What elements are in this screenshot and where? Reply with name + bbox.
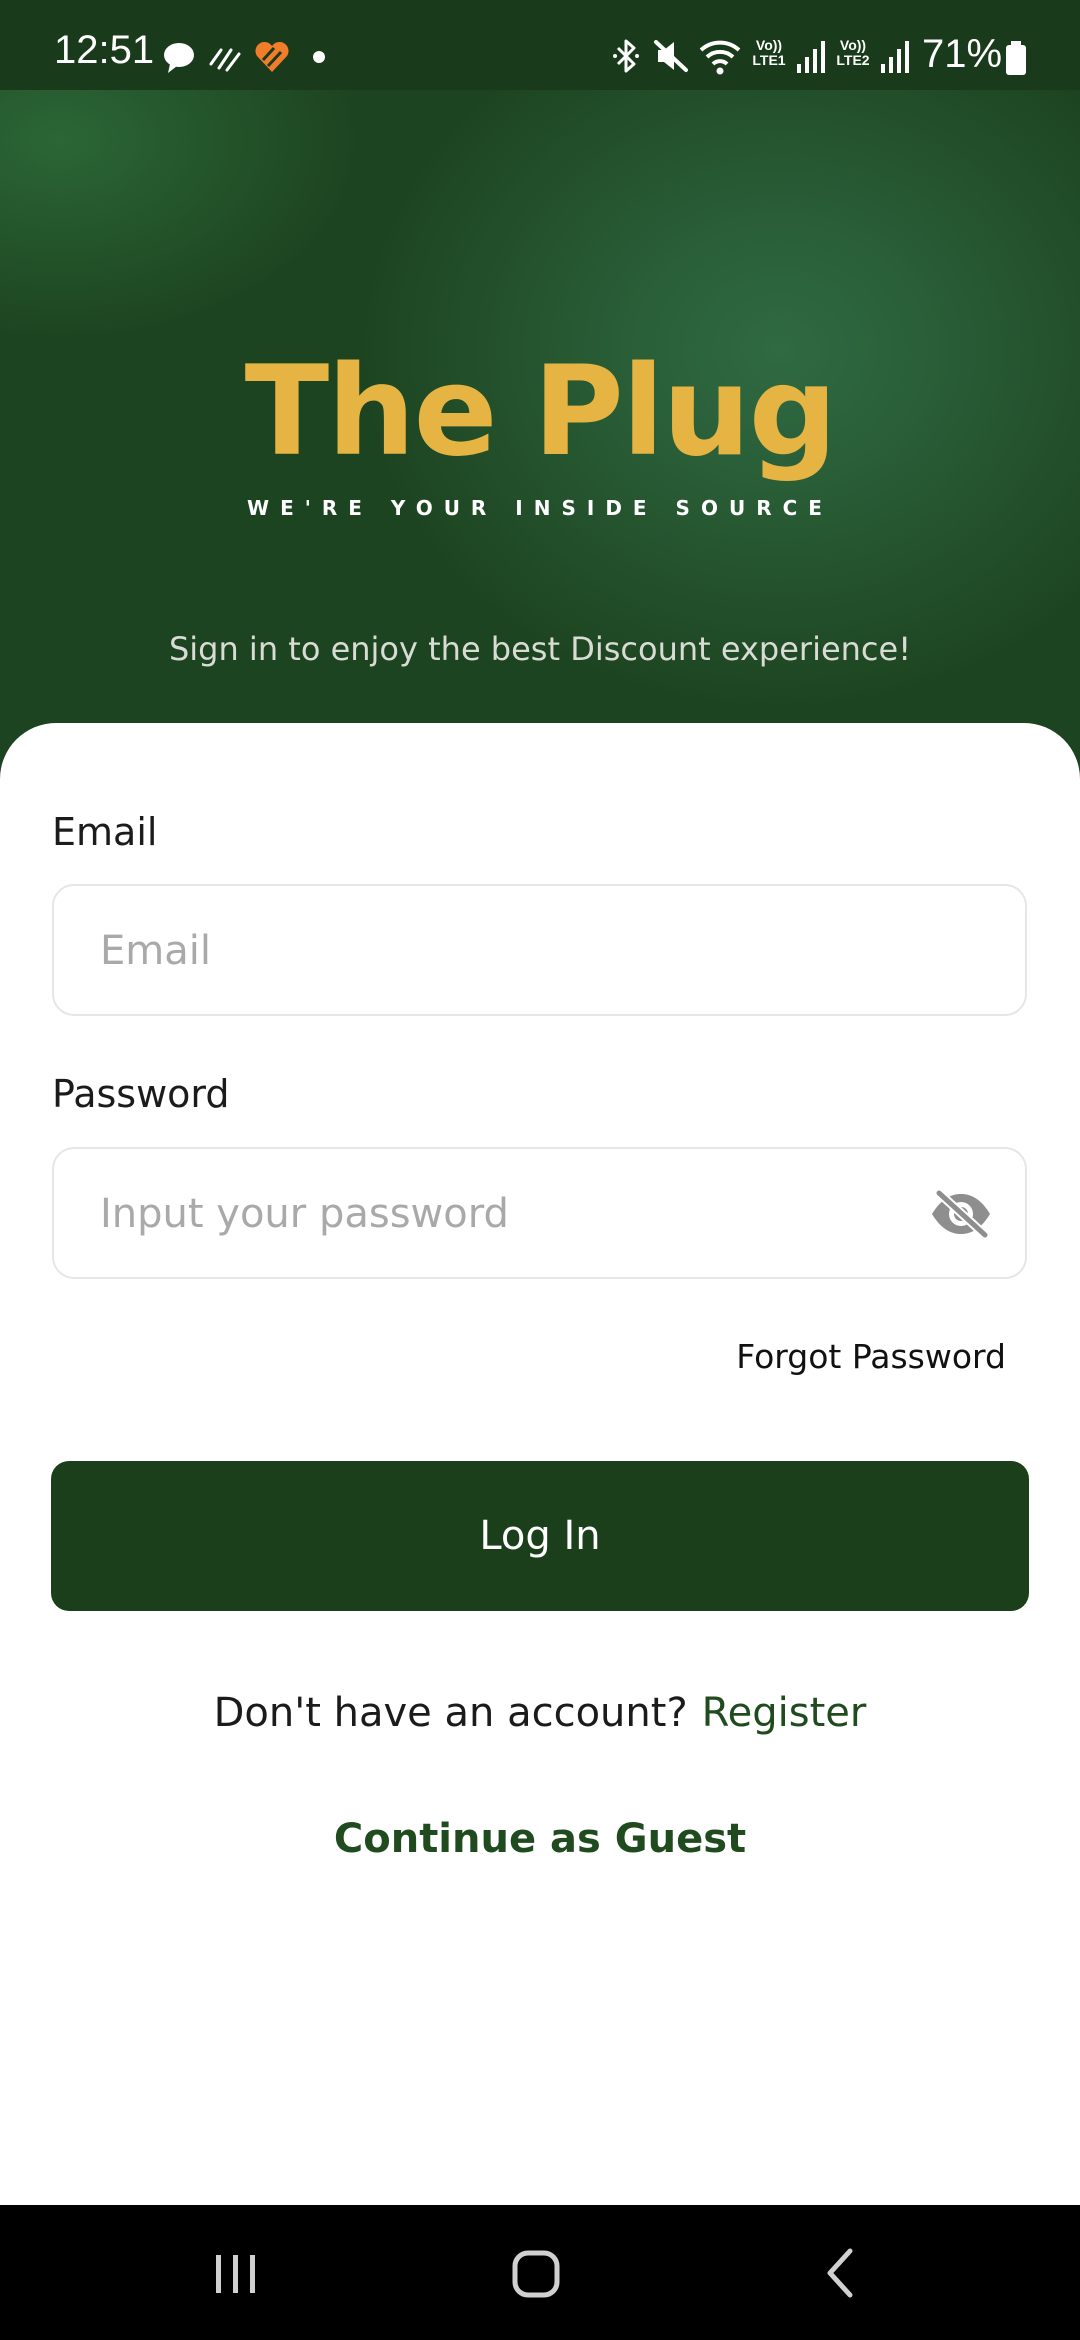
logo-word-plug: Plug <box>532 340 837 484</box>
bluetooth-icon <box>613 39 639 73</box>
email-field[interactable] <box>98 886 922 1016</box>
dot-icon <box>313 51 325 63</box>
register-prompt: Don't have an account? Register <box>0 1690 1080 1736</box>
login-button-label: Log In <box>479 1513 601 1559</box>
chat-icon <box>164 43 194 73</box>
email-label: Email <box>52 810 158 854</box>
password-field-container <box>52 1147 1027 1279</box>
recents-icon[interactable] <box>196 2235 276 2311</box>
hero-banner: The Plug WE'RE YOUR INSIDE SOURCE Sign i… <box>0 90 1080 790</box>
mute-icon <box>654 40 688 72</box>
forgot-password-link[interactable]: Forgot Password <box>736 1337 1006 1376</box>
app-logo: The Plug <box>0 350 1080 474</box>
password-label: Password <box>52 1072 230 1116</box>
battery-percent: 71% <box>922 32 1003 76</box>
eye-off-icon[interactable] <box>929 1189 993 1239</box>
register-link[interactable]: Register <box>702 1690 867 1736</box>
navigation-bar <box>0 2205 1080 2340</box>
signal-icon <box>881 41 909 73</box>
continue-as-guest-link[interactable]: Continue as Guest <box>0 1816 1080 1862</box>
logo-tagline: WE'RE YOUR INSIDE SOURCE <box>247 496 833 520</box>
sim1-label: Vo)) LTE1 <box>752 37 786 68</box>
back-icon[interactable] <box>800 2235 880 2311</box>
email-field-container <box>52 884 1027 1016</box>
slash-icon <box>209 48 241 72</box>
no-account-text: Don't have an account? <box>213 1690 688 1736</box>
home-icon[interactable] <box>496 2235 576 2311</box>
status-bar: 12:51 Vo)) LTE1 Vo)) LTE2 71% <box>0 0 1080 90</box>
sim2-label: Vo)) LTE2 <box>836 37 870 68</box>
sign-in-subtitle: Sign in to enjoy the best Discount exper… <box>168 630 912 668</box>
logo-word-the: The <box>244 340 498 484</box>
heart-app-icon <box>255 41 289 72</box>
battery-icon <box>1006 41 1026 75</box>
wifi-icon <box>699 40 741 75</box>
status-time: 12:51 <box>54 28 155 72</box>
signal-icon <box>797 41 825 73</box>
password-field[interactable] <box>98 1149 922 1279</box>
login-button[interactable]: Log In <box>51 1461 1029 1611</box>
